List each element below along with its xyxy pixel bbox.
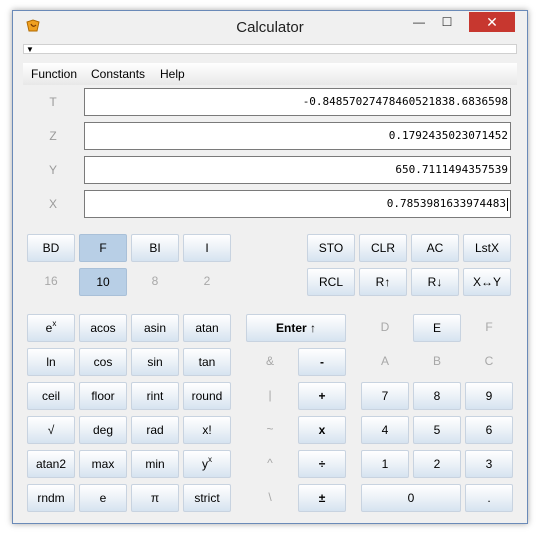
key-f[interactable]: F	[465, 314, 513, 342]
sto-button[interactable]: STO	[307, 234, 355, 262]
stack-value-x: 0.7853981633974483	[386, 197, 506, 210]
clr-button[interactable]: CLR	[359, 234, 407, 262]
key-d[interactable]: D	[361, 314, 409, 342]
stack-label-x: X	[48, 197, 57, 211]
stack-field-y[interactable]: 650.7111494357539	[84, 156, 511, 184]
sqrt-button[interactable]: √	[27, 416, 75, 444]
rint-button[interactable]: rint	[131, 382, 179, 410]
menu-constants[interactable]: Constants	[91, 67, 145, 81]
sin-button[interactable]: sin	[131, 348, 179, 376]
key-3[interactable]: 3	[465, 450, 513, 478]
exp-superscript: x	[52, 319, 57, 328]
stack-field-t[interactable]: -0.84857027478460521838.6836598	[84, 88, 511, 116]
factorial-button[interactable]: x!	[183, 416, 231, 444]
deg-button[interactable]: deg	[79, 416, 127, 444]
ceil-button[interactable]: ceil	[27, 382, 75, 410]
toolbar-dropdown-icon[interactable]: ▼	[26, 46, 34, 54]
ac-button[interactable]: AC	[411, 234, 459, 262]
stack-field-z[interactable]: 0.1792435023071452	[84, 122, 511, 150]
atan2-button[interactable]: atan2	[27, 450, 75, 478]
key-6[interactable]: 6	[465, 416, 513, 444]
stack-label-t: T	[49, 95, 57, 109]
not-button[interactable]: ~	[246, 416, 294, 444]
key-8[interactable]: 8	[413, 382, 461, 410]
close-icon[interactable]: ✕	[469, 12, 515, 32]
key-5[interactable]: 5	[413, 416, 461, 444]
roll-up-button[interactable]: R↑	[359, 268, 407, 296]
cos-button[interactable]: cos	[79, 348, 127, 376]
key-c[interactable]: C	[465, 348, 513, 376]
key-2[interactable]: 2	[413, 450, 461, 478]
pi-button[interactable]: π	[131, 484, 179, 512]
base-2-button[interactable]: 2	[183, 268, 231, 296]
rad-button[interactable]: rad	[131, 416, 179, 444]
negate-button[interactable]: ±	[298, 484, 346, 512]
key-1[interactable]: 1	[361, 450, 409, 478]
floor-button[interactable]: floor	[79, 382, 127, 410]
calculator-window: Calculator — ☐ ✕ ▼ Function Constants He…	[12, 10, 528, 524]
stack-label-z: Z	[49, 129, 57, 143]
subtract-button[interactable]: -	[298, 348, 346, 376]
round-button[interactable]: round	[183, 382, 231, 410]
lastx-button[interactable]: LstX	[463, 234, 511, 262]
key-e[interactable]: E	[413, 314, 461, 342]
base-16-button[interactable]: 16	[27, 268, 75, 296]
title-bar[interactable]: Calculator — ☐ ✕	[13, 11, 527, 43]
power-superscript: x	[208, 455, 212, 464]
exp-button[interactable]: ex	[27, 314, 75, 342]
menu-help[interactable]: Help	[160, 67, 185, 81]
swap-xy-button[interactable]: X↔Y	[463, 268, 511, 296]
key-7[interactable]: 7	[361, 382, 409, 410]
menu-function[interactable]: Function	[31, 67, 77, 81]
key-b[interactable]: B	[413, 348, 461, 376]
key-4[interactable]: 4	[361, 416, 409, 444]
mode-bd-button[interactable]: BD	[27, 234, 75, 262]
key-9[interactable]: 9	[465, 382, 513, 410]
stack-label-y: Y	[48, 163, 57, 177]
text-caret	[507, 197, 508, 211]
min-button[interactable]: min	[131, 450, 179, 478]
minimize-icon[interactable]: —	[405, 12, 433, 32]
menu-bar: Function Constants Help	[23, 63, 517, 85]
xor-button[interactable]: ^	[246, 450, 294, 478]
stack-field-x[interactable]: 0.7853981633974483	[84, 190, 511, 218]
multiply-button[interactable]: x	[298, 416, 346, 444]
e-constant-button[interactable]: e	[79, 484, 127, 512]
toolbar-strip: ▼	[23, 44, 517, 54]
asin-button[interactable]: asin	[131, 314, 179, 342]
ln-button[interactable]: ln	[27, 348, 75, 376]
base-10-button[interactable]: 10	[79, 268, 127, 296]
power-button[interactable]: yx	[183, 450, 231, 478]
tan-button[interactable]: tan	[183, 348, 231, 376]
random-button[interactable]: rndm	[27, 484, 75, 512]
roll-down-button[interactable]: R↓	[411, 268, 459, 296]
rcl-button[interactable]: RCL	[307, 268, 355, 296]
divide-button[interactable]: ÷	[298, 450, 346, 478]
maximize-icon[interactable]: ☐	[433, 12, 461, 32]
or-button[interactable]: |	[246, 382, 294, 410]
mode-f-button[interactable]: F	[79, 234, 127, 262]
key-decimal[interactable]: .	[465, 484, 513, 512]
max-button[interactable]: max	[79, 450, 127, 478]
strict-button[interactable]: strict	[183, 484, 231, 512]
mode-i-button[interactable]: I	[183, 234, 231, 262]
and-button[interactable]: &	[246, 348, 294, 376]
key-a[interactable]: A	[361, 348, 409, 376]
base-8-button[interactable]: 8	[131, 268, 179, 296]
add-button[interactable]: +	[298, 382, 346, 410]
key-0[interactable]: 0	[361, 484, 461, 512]
atan-button[interactable]: atan	[183, 314, 231, 342]
mode-bi-button[interactable]: BI	[131, 234, 179, 262]
shift-button[interactable]: \	[246, 484, 294, 512]
enter-button[interactable]: Enter ↑	[246, 314, 346, 342]
acos-button[interactable]: acos	[79, 314, 127, 342]
